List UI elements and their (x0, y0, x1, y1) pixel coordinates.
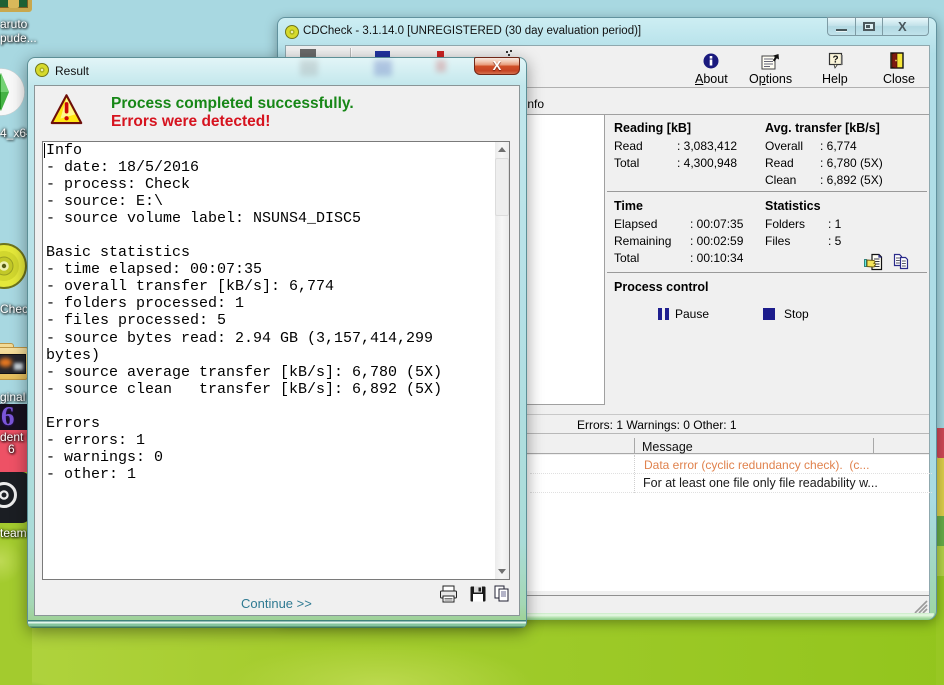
svg-text:?: ? (832, 55, 838, 66)
